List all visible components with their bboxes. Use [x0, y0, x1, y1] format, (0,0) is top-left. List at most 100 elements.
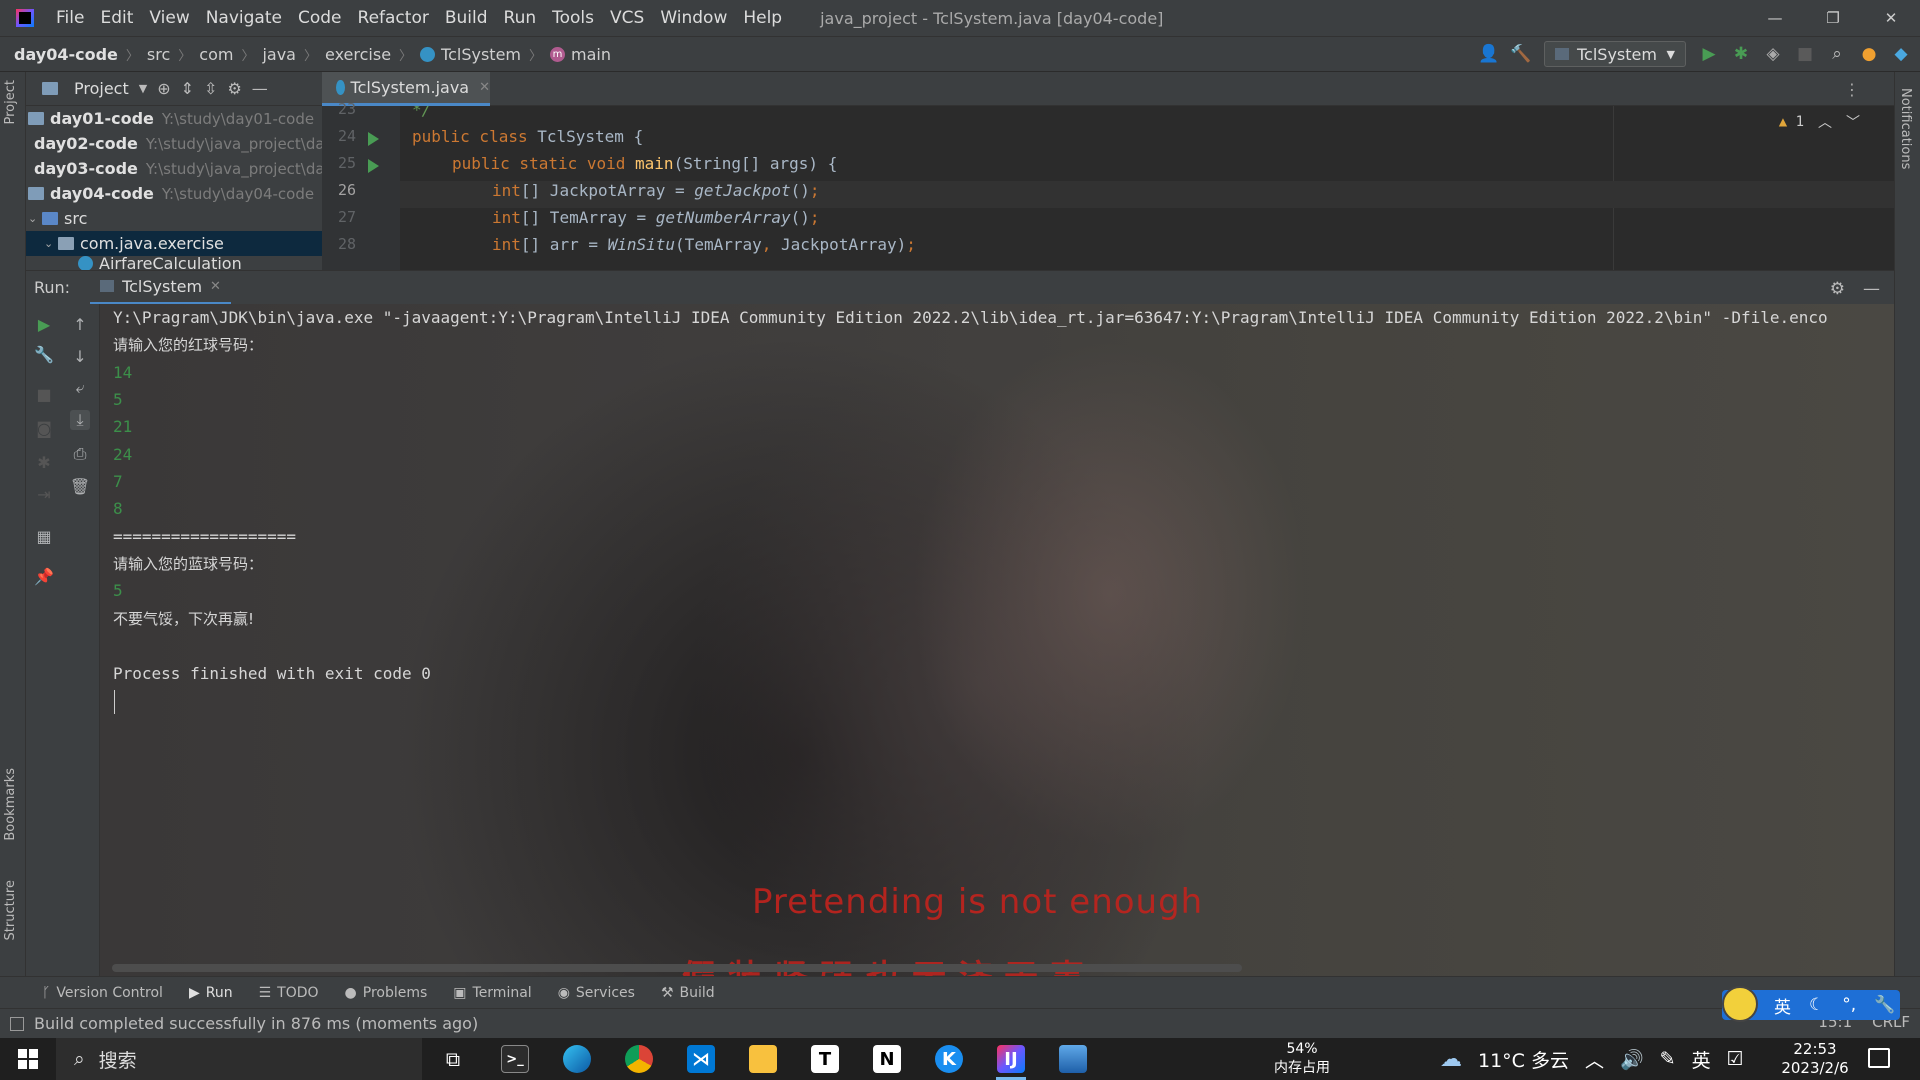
tree-item[interactable]: day02-code Y:\study\java_project\da: [26, 131, 322, 156]
cloudy-weather-icon[interactable]: ☁: [1440, 1047, 1462, 1072]
run-gutter-icon[interactable]: [368, 132, 379, 146]
tool-version-control[interactable]: ᚴ Version Control: [42, 985, 163, 1001]
inspection-widget[interactable]: ▲ 1 ︿ ﹀: [1779, 112, 1860, 132]
chrome-browser-icon[interactable]: [608, 1038, 670, 1080]
notification-center-icon[interactable]: [1868, 1048, 1890, 1068]
chevron-down-icon[interactable]: ﹀: [1846, 112, 1860, 132]
wrench-icon[interactable]: 🔧: [1874, 995, 1895, 1015]
input-language[interactable]: 英: [1692, 1046, 1711, 1073]
chevron-up-icon[interactable]: ︿: [1585, 1046, 1604, 1073]
chevron-down-icon[interactable]: ⌄: [44, 237, 58, 250]
gear-icon[interactable]: ⚙: [227, 79, 241, 98]
tree-item-package[interactable]: ⌄ com.java.exercise: [26, 231, 322, 256]
project-tool-label[interactable]: Project: [3, 80, 18, 124]
breadcrumb-java[interactable]: java: [262, 45, 296, 64]
wrench-icon[interactable]: 🔧: [34, 344, 54, 364]
ime-mascot-icon[interactable]: [1722, 986, 1758, 1022]
code-editor[interactable]: */ public class TclSystem { public stati…: [400, 106, 1894, 270]
collapse-all-icon[interactable]: ⇳: [204, 79, 217, 98]
breadcrumb-class[interactable]: TclSystem: [441, 45, 521, 64]
tool-services[interactable]: ◉ Services: [558, 985, 635, 1001]
menu-run[interactable]: Run: [496, 8, 545, 28]
ime-language[interactable]: 英: [1774, 993, 1791, 1018]
menu-refactor[interactable]: Refactor: [350, 8, 437, 28]
menu-file[interactable]: File: [48, 8, 92, 28]
jetbrains-toolbox-icon[interactable]: ◆: [1892, 44, 1910, 64]
update-icon[interactable]: ●: [1860, 44, 1878, 64]
arrow-up-icon[interactable]: ↑: [70, 314, 90, 334]
camera-icon[interactable]: ◙: [34, 418, 54, 438]
menu-vcs[interactable]: VCS: [602, 8, 652, 28]
file-explorer-icon[interactable]: [732, 1038, 794, 1080]
breadcrumb-com[interactable]: com: [199, 45, 233, 64]
menu-code[interactable]: Code: [290, 8, 350, 28]
punctuation-icon[interactable]: °,: [1842, 995, 1856, 1015]
tree-item[interactable]: day04-code Y:\study\day04-code: [26, 181, 322, 206]
debug-icon[interactable]: ✱: [34, 452, 54, 472]
moon-icon[interactable]: ☾: [1809, 995, 1824, 1015]
build-hammer-icon[interactable]: 🔨: [1510, 44, 1531, 64]
tree-item[interactable]: day01-code Y:\study\day01-code: [26, 106, 322, 131]
memory-widget[interactable]: 54% 内存占用: [1262, 1038, 1342, 1080]
hide-icon[interactable]: —: [252, 79, 268, 98]
more-options-icon[interactable]: ⋮: [1844, 80, 1860, 99]
menu-edit[interactable]: Edit: [92, 8, 141, 28]
restore-button[interactable]: ❐: [1804, 0, 1862, 36]
tool-todo[interactable]: ☰ TODO: [259, 985, 319, 1001]
terminal-app-icon[interactable]: >_: [484, 1038, 546, 1080]
breadcrumb-method[interactable]: main: [571, 45, 611, 64]
photos-app-icon[interactable]: [1042, 1038, 1104, 1080]
menu-window[interactable]: Window: [652, 8, 735, 28]
pin-icon[interactable]: 📌: [34, 566, 54, 586]
stop-icon[interactable]: ■: [1796, 44, 1814, 64]
checkbox-icon[interactable]: ☑: [1727, 1048, 1744, 1070]
menu-tools[interactable]: Tools: [544, 8, 602, 28]
horizontal-scrollbar[interactable]: [112, 964, 1242, 972]
bookmarks-tool-label[interactable]: Bookmarks: [3, 768, 18, 841]
debug-icon[interactable]: ✱: [1732, 44, 1750, 64]
notifications-tool-label[interactable]: Notifications: [1898, 88, 1913, 169]
chevron-down-icon[interactable]: ⌄: [28, 212, 42, 225]
tool-run[interactable]: ▶ Run: [189, 985, 233, 1001]
trash-icon[interactable]: 🗑: [70, 476, 90, 496]
notion-icon[interactable]: N: [856, 1038, 918, 1080]
taskbar-clock[interactable]: 22:53 2023/2/6: [1760, 1040, 1870, 1078]
windows-start-button[interactable]: [0, 1038, 56, 1080]
tool-build[interactable]: ⚒ Build: [661, 985, 715, 1001]
coverage-icon[interactable]: ◈: [1764, 44, 1782, 64]
menu-help[interactable]: Help: [735, 8, 790, 28]
arrow-down-icon[interactable]: ↓: [70, 346, 90, 366]
exit-icon[interactable]: ⇥: [34, 484, 54, 504]
project-panel-title[interactable]: Project: [74, 79, 129, 98]
typora-icon[interactable]: T: [794, 1038, 856, 1080]
task-view-icon[interactable]: ⧉: [422, 1038, 484, 1080]
search-icon[interactable]: ⌕: [1828, 44, 1846, 64]
scroll-to-end-icon[interactable]: ⤓: [70, 410, 90, 430]
expand-all-icon[interactable]: ⇕: [181, 79, 194, 98]
menu-build[interactable]: Build: [437, 8, 496, 28]
minimize-button[interactable]: —: [1746, 0, 1804, 36]
status-toggle-icon[interactable]: [10, 1016, 24, 1031]
layout-icon[interactable]: ▦: [34, 526, 54, 546]
run-configuration-selector[interactable]: TclSystem ▼: [1544, 41, 1686, 67]
run-gutter-icon[interactable]: [368, 159, 379, 173]
kugou-music-icon[interactable]: K: [918, 1038, 980, 1080]
chevron-up-icon[interactable]: ︿: [1818, 112, 1832, 132]
taskbar-search[interactable]: ⌕ 搜索: [56, 1038, 422, 1080]
breadcrumb-exercise[interactable]: exercise: [325, 45, 391, 64]
tool-terminal[interactable]: ▣ Terminal: [453, 985, 531, 1001]
run-console[interactable]: Y:\Pragram\JDK\bin\java.exe "-javaagent:…: [100, 304, 1894, 976]
rerun-icon[interactable]: ▶: [34, 314, 54, 334]
pen-icon[interactable]: ✎: [1660, 1048, 1676, 1070]
chevron-down-icon[interactable]: ▼: [139, 82, 147, 95]
tool-problems[interactable]: ● Problems: [345, 985, 428, 1001]
intellij-app-icon[interactable]: IJ: [980, 1038, 1042, 1080]
tree-item-class[interactable]: AirfareCalculation: [26, 256, 322, 270]
print-icon[interactable]: ⎙: [70, 444, 90, 464]
menu-view[interactable]: View: [141, 8, 197, 28]
breadcrumb-src[interactable]: src: [147, 45, 170, 64]
gear-icon[interactable]: ⚙: [1830, 279, 1845, 299]
soft-wrap-icon[interactable]: ⤶: [70, 378, 90, 398]
run-tab[interactable]: TclSystem ✕: [90, 271, 231, 305]
tree-item-src[interactable]: ⌄ src: [26, 206, 322, 231]
